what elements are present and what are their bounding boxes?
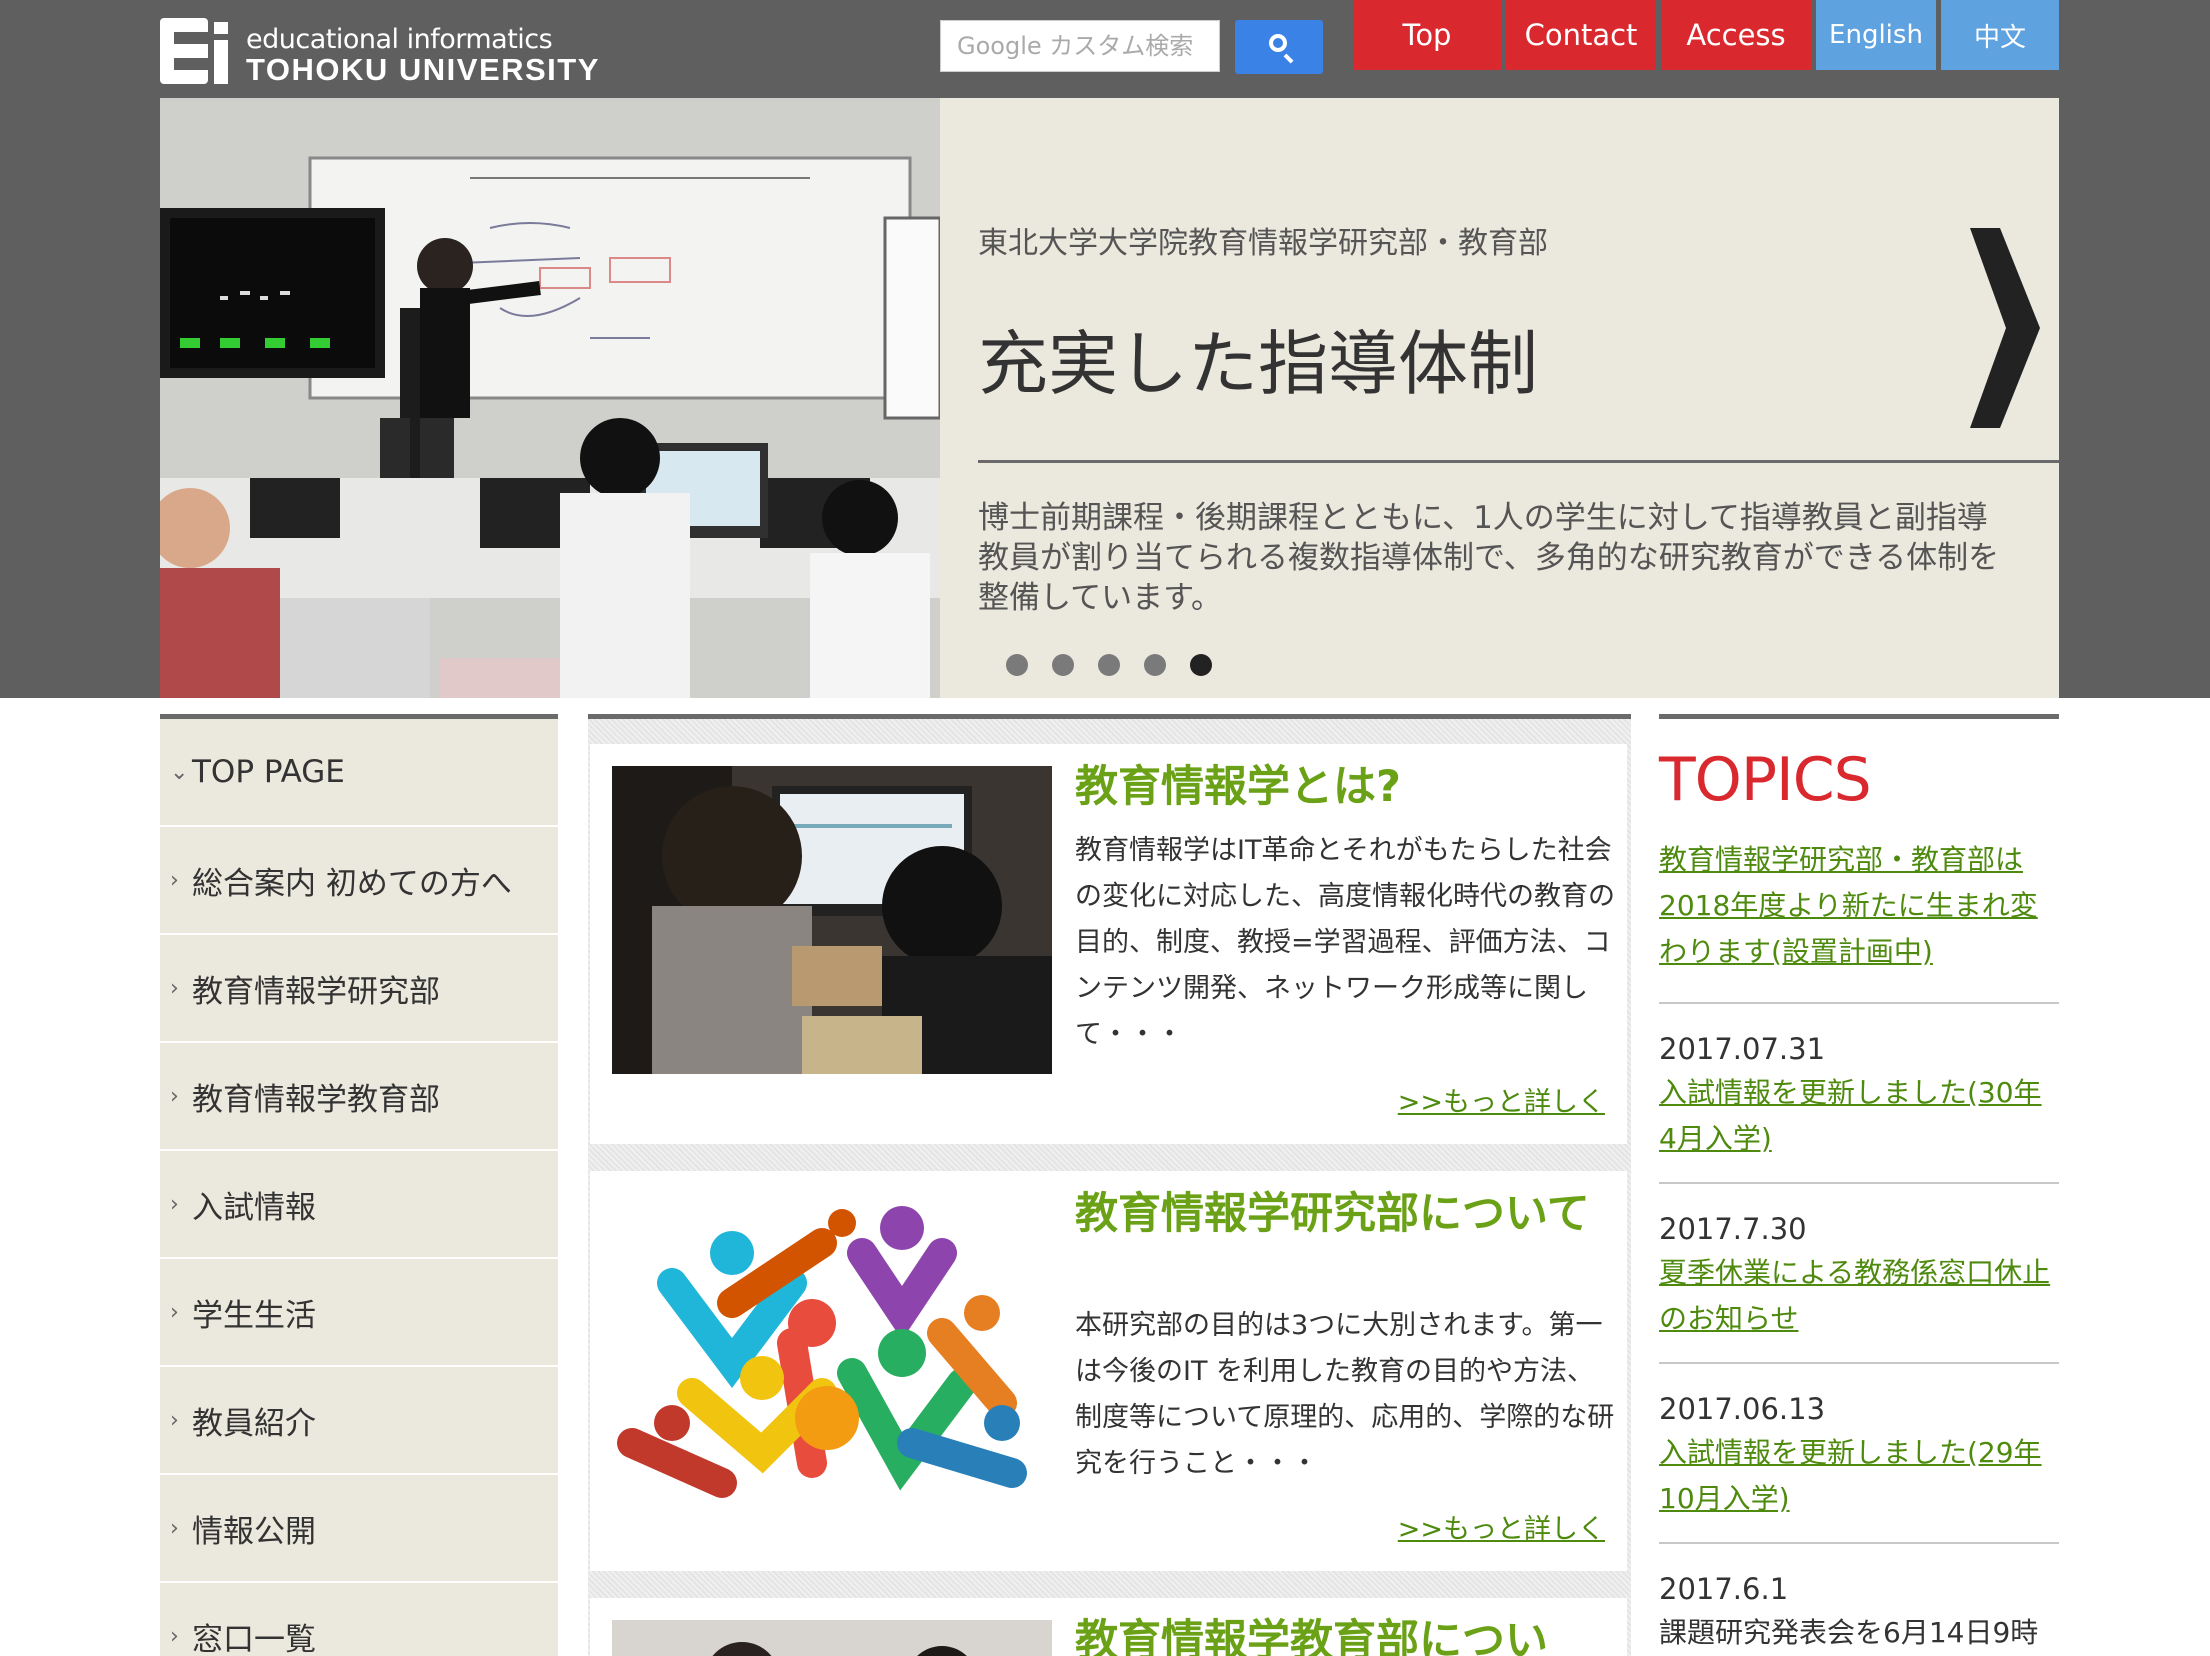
feature-cards: 教育情報学とは? 教育情報学はIT革命とそれがもたらした社会の変化に対応した、高… [588,714,1631,1656]
sidebar-item-guide[interactable]: › 総合案内 初めての方へ [160,827,558,935]
card-title[interactable]: 教育情報学とは? [1075,764,1615,811]
sidebar-item-student-life[interactable]: › 学生生活 [160,1259,558,1367]
chevron-right-icon: › [170,1623,179,1649]
ei-logo-mark-icon [160,18,230,84]
hero-description: 博士前期課程・後期課程とともに、1人の学生に対して指導教員と副指導教員が割り当て… [978,500,2000,616]
topic-date: 2017.6.1 [1659,1572,1789,1606]
topic-text[interactable]: 課題研究発表会を6月14日9時から行います [1659,1610,2059,1656]
card-about-education-division: 教育情報学教育部につい [590,1598,1627,1656]
card-about-research-division: 教育情報学研究部について 本研究部の目的は3つに大別されます。第一は今後のIT … [590,1171,1627,1571]
slide-dot-3[interactable] [1098,654,1120,676]
sidebar-item-label: 教育情報学研究部 [192,973,440,1010]
topic-link[interactable]: 教育情報学研究部・教育部は2018年度より新たに生まれ変わります(設置計画中) [1659,837,2059,975]
sidebar-item-label: 情報公開 [192,1513,316,1550]
card-title[interactable]: 教育情報学研究部について [1075,1191,1615,1238]
nav-chinese-link[interactable]: 中文 [1941,0,2059,70]
chevron-right-icon: › [170,975,179,1001]
topic-link[interactable]: 入試情報を更新しました(30年4月入学) [1659,1070,2059,1162]
read-more-link[interactable]: >>もっと詳しく [1398,1507,1605,1546]
nav-top-link[interactable]: Top [1353,0,1501,70]
topic-item: 教育情報学研究部・教育部は2018年度より新たに生まれ変わります(設置計画中) [1659,829,2059,1004]
topic-date: 2017.06.13 [1659,1392,1826,1426]
slide-dot-4[interactable] [1144,654,1166,676]
search-input[interactable] [940,20,1220,72]
nav-english-link[interactable]: English [1816,0,1936,70]
sidebar-item-faculty[interactable]: › 教員紹介 [160,1367,558,1475]
hero-headline: 充実した指導体制 [978,323,1538,405]
sidebar-item-education-division[interactable]: › 教育情報学教育部 [160,1043,558,1151]
chevron-right-icon: › [170,1299,179,1325]
sidebar-item-disclosure[interactable]: › 情報公開 [160,1475,558,1583]
topic-link[interactable]: 入試情報を更新しました(29年10月入学) [1659,1430,2059,1522]
slide-dot-1[interactable] [1006,654,1028,676]
slide-pagination [1006,654,1212,676]
sidebar-item-label: 学生生活 [192,1297,316,1334]
chevron-down-icon: ⌄ [170,759,189,785]
chevron-right-icon: › [170,1407,179,1433]
sidebar-item-admissions[interactable]: › 入試情報 [160,1151,558,1259]
topics-heading: TOPICS [1659,745,1872,815]
logo-text-tohoku-university: TOHOKU UNIVERSITY [246,52,600,87]
sidebar-item-label: 総合案内 初めての方へ [192,865,512,902]
card-body: 本研究部の目的は3つに大別されます。第一は今後のIT を利用した教育の目的や方法… [1075,1310,1615,1479]
topic-item: 2017.6.1 課題研究発表会を6月14日9時から行います [1659,1544,2059,1656]
chevron-right-icon: › [170,1083,179,1109]
sidebar-item-contacts[interactable]: › 窓口一覧 [160,1583,558,1656]
topics-panel: TOPICS 教育情報学研究部・教育部は2018年度より新たに生まれ変わります(… [1659,714,2059,1656]
sidebar-item-label: 教員紹介 [192,1405,316,1442]
logo-text-educational-informatics: educational informatics [246,24,553,55]
site-logo[interactable]: educational informatics TOHOKU UNIVERSIT… [160,18,598,87]
sidebar-item-label: 窓口一覧 [192,1621,316,1656]
read-more-link[interactable]: >>もっと詳しく [1398,1080,1605,1119]
chevron-right-icon: › [170,1191,179,1217]
nav-access-link[interactable]: Access [1661,0,1811,70]
card-title[interactable]: 教育情報学教育部につい [1075,1618,1615,1656]
chevron-right-icon: › [170,1515,179,1541]
hero-kicker: 東北大学大学院教育情報学研究部・教育部 [978,226,1548,261]
search-icon [1269,34,1287,52]
topic-date: 2017.7.30 [1659,1212,1807,1246]
topic-item: 2017.07.31 入試情報を更新しました(30年4月入学) [1659,1004,2059,1184]
sidebar-item-label: 入試情報 [192,1189,316,1226]
topic-date: 2017.07.31 [1659,1032,1826,1066]
sidebar-item-label: 教育情報学教育部 [192,1081,440,1118]
slide-dot-5[interactable] [1190,654,1212,676]
slide-next-arrow-icon[interactable] [1960,228,2040,428]
sidebar-item-top-page[interactable]: ⌄ TOP PAGE [160,719,558,827]
topic-item: 2017.06.13 入試情報を更新しました(29年10月入学) [1659,1364,2059,1544]
slide-dot-2[interactable] [1052,654,1074,676]
card-photo-education-division[interactable] [612,1620,1052,1656]
card-about-educational-informatics: 教育情報学とは? 教育情報学はIT革命とそれがもたらした社会の変化に対応した、高… [590,744,1627,1144]
hero-divider [978,460,2059,463]
sidebar-item-research-division[interactable]: › 教育情報学研究部 [160,935,558,1043]
topic-link[interactable]: 夏季休業による教務係窓口休止のお知らせ [1659,1250,2059,1342]
search-button[interactable] [1235,20,1323,74]
sidebar-menu: ⌄ TOP PAGE › 総合案内 初めての方へ › 教育情報学研究部 › 教育… [160,714,558,1656]
hero-classroom-photo [160,98,940,698]
nav-contact-link[interactable]: Contact [1506,0,1656,70]
topic-item: 2017.7.30 夏季休業による教務係窓口休止のお知らせ [1659,1184,2059,1364]
card-image-colorful-people[interactable] [612,1193,1052,1501]
site-header: educational informatics TOHOKU UNIVERSIT… [0,0,2210,98]
card-body: 教育情報学はIT革命とそれがもたらした社会の変化に対応した、高度情報化時代の教育… [1075,835,1615,1050]
sidebar-item-label: TOP PAGE [192,754,345,790]
chevron-right-icon: › [170,867,179,893]
card-photo-students-laptop[interactable] [612,766,1052,1074]
hero-slide-panel: 東北大学大学院教育情報学研究部・教育部 充実した指導体制 博士前期課程・後期課程… [940,98,2059,698]
